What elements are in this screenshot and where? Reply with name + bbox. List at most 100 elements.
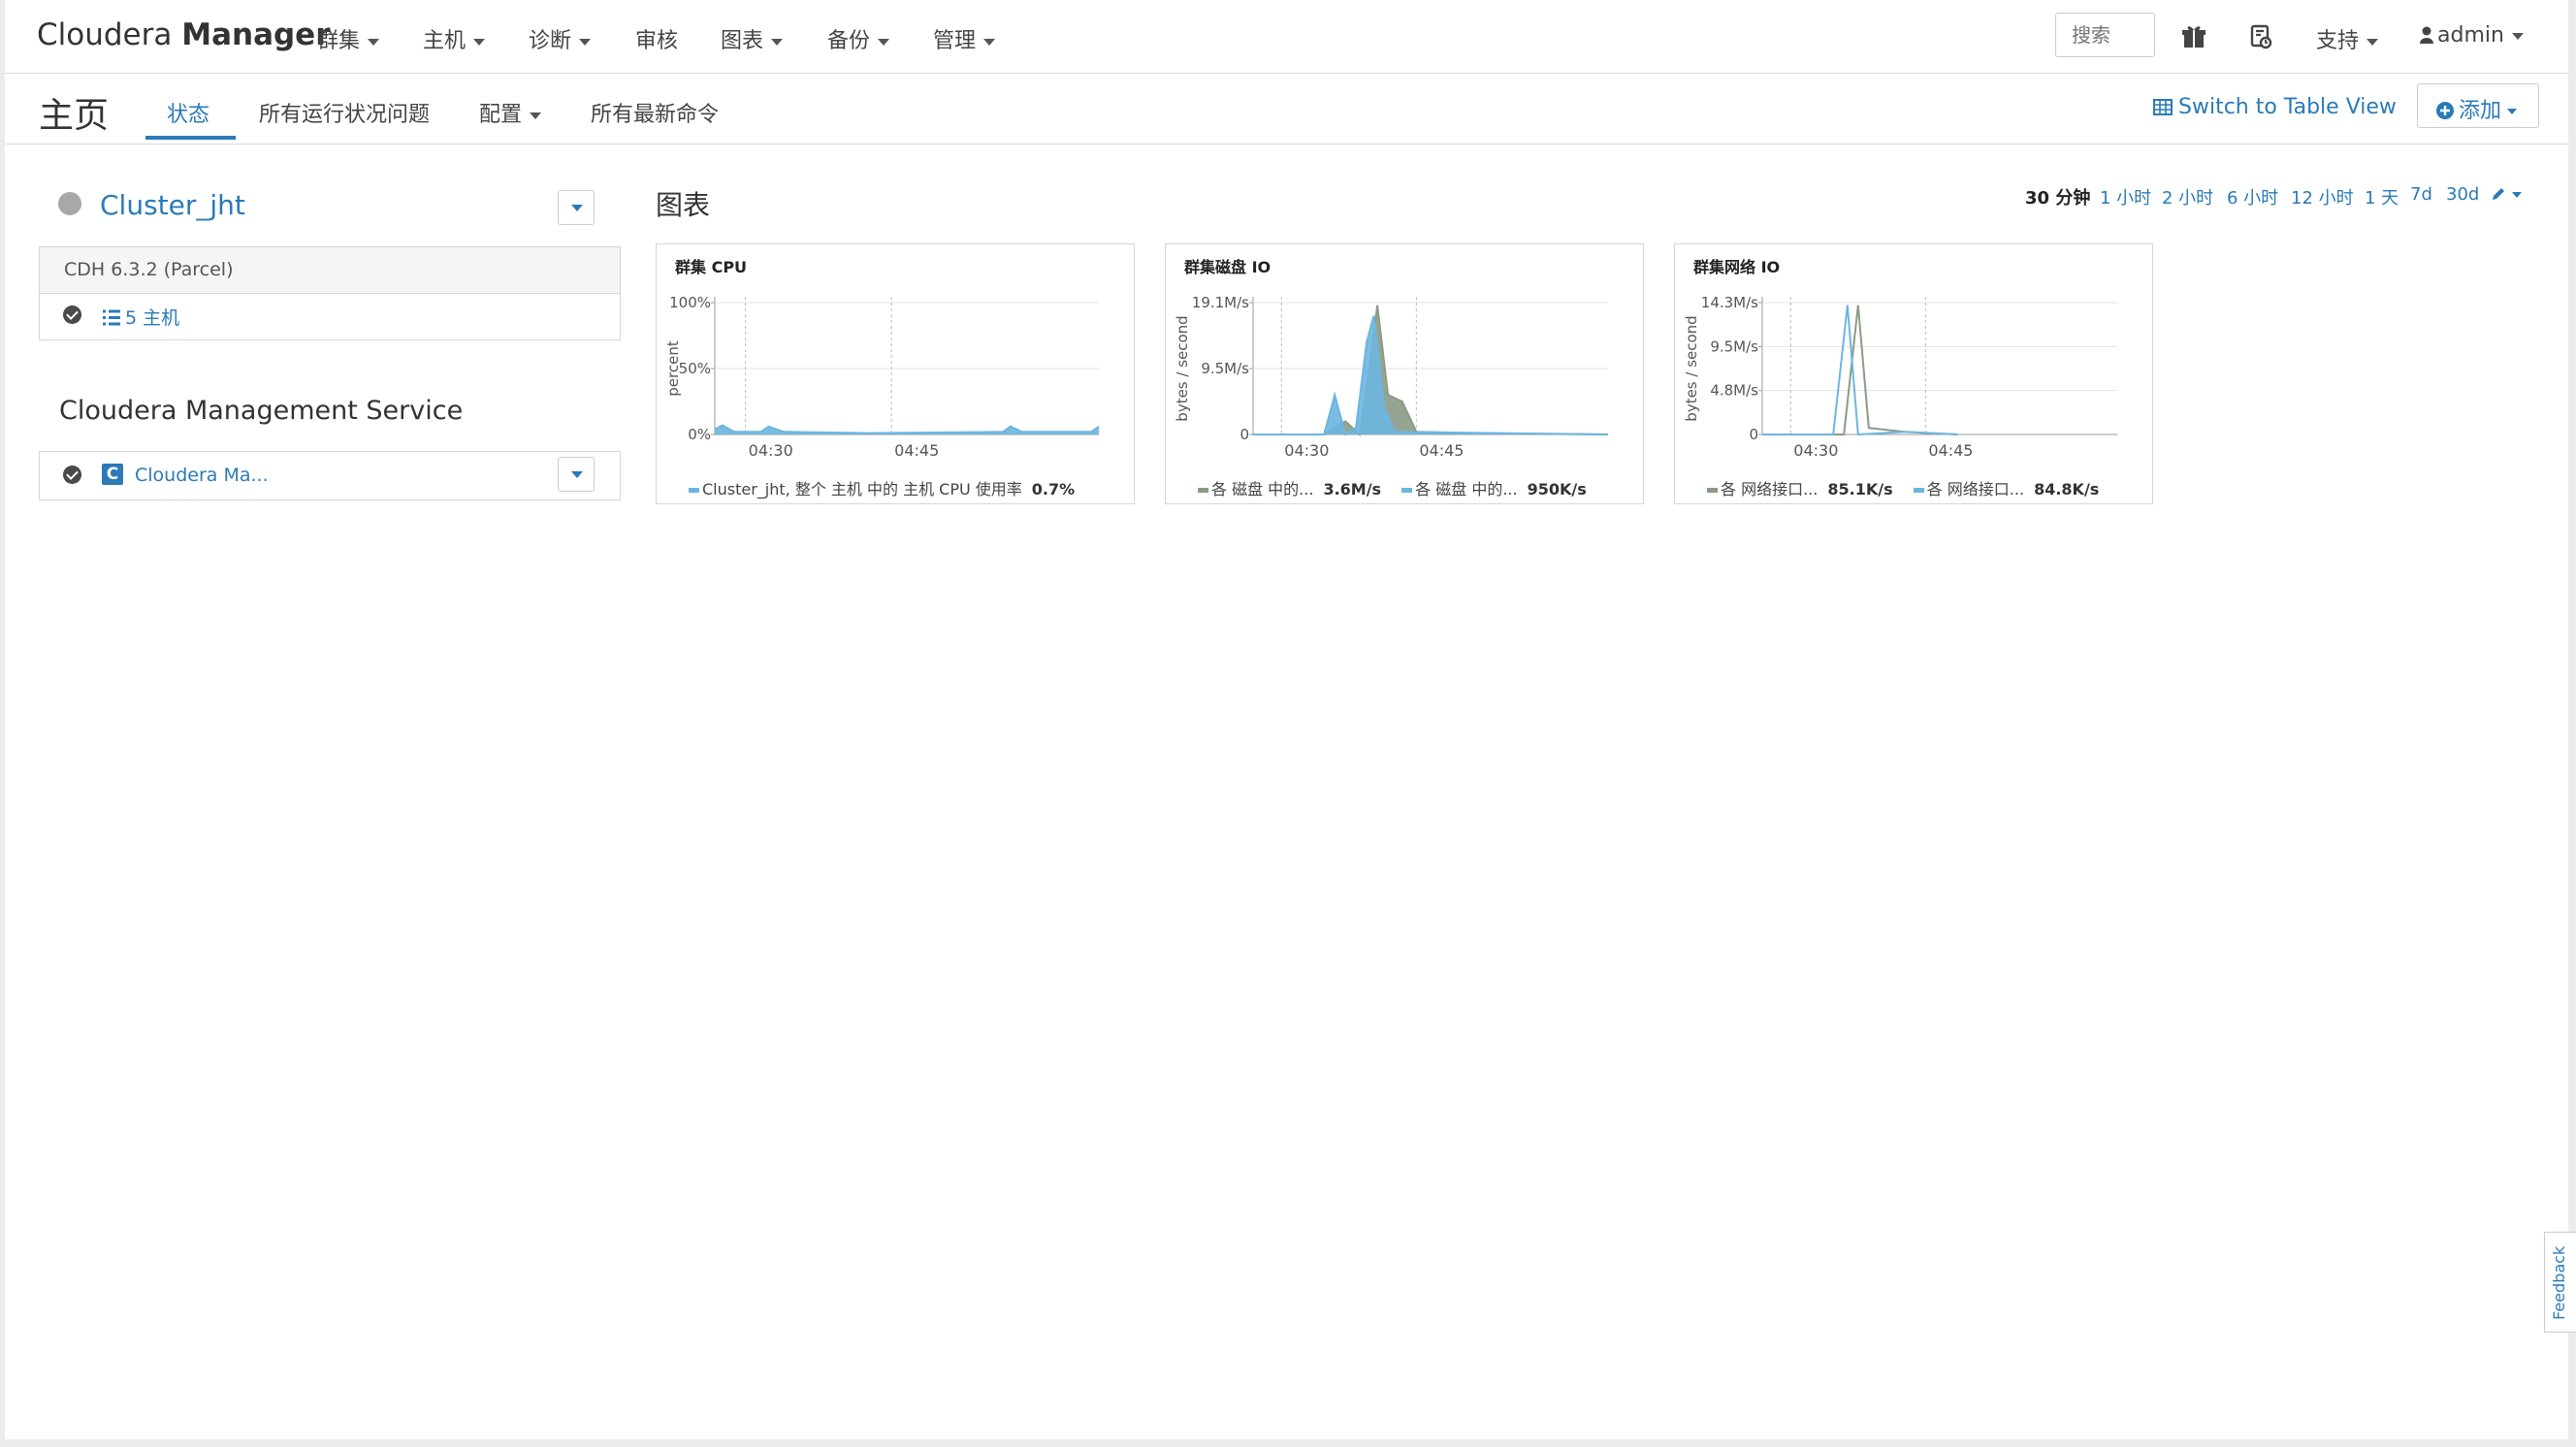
nav-audits[interactable]: 审核 bbox=[635, 23, 678, 54]
legend-series-value: 3.6M/s bbox=[1323, 480, 1382, 498]
user-menu[interactable]: admin bbox=[2420, 23, 2524, 48]
nav-hosts[interactable]: 主机 bbox=[423, 23, 486, 54]
y-axis-label: percent bbox=[664, 340, 682, 397]
chevron-down-icon bbox=[983, 38, 996, 46]
y-axis-label: bytes / second bbox=[1174, 315, 1191, 421]
legend-item: 各 磁盘 中的... 3.6M/s bbox=[1198, 480, 1381, 498]
nav-backup[interactable]: 备份 bbox=[827, 23, 890, 54]
cluster-name-link[interactable]: Cluster_jht bbox=[100, 189, 245, 221]
chart-legend: 各 网络接口... 85.1K/s 各 网络接口... 84.8K/s bbox=[1675, 476, 2154, 499]
user-name: admin bbox=[2437, 23, 2504, 48]
add-button[interactable]: 添加 bbox=[2417, 83, 2539, 128]
page-title: 主页 bbox=[39, 96, 110, 136]
chevron-down-icon bbox=[2507, 109, 2518, 114]
range-30d[interactable]: 30d bbox=[2446, 184, 2479, 205]
cloudera-service-icon: C bbox=[102, 464, 123, 485]
add-button-label: 添加 bbox=[2459, 99, 2502, 123]
legend-swatch bbox=[689, 488, 699, 493]
y-tick-label: 0 bbox=[1749, 426, 1758, 443]
y-tick-label: 9.5M/s bbox=[1710, 338, 1758, 355]
switch-to-table-view-link[interactable]: Switch to Table View bbox=[2153, 95, 2397, 119]
check-circle-icon bbox=[63, 466, 81, 484]
series-line bbox=[1253, 305, 1609, 437]
check-circle-icon bbox=[63, 305, 81, 324]
cluster-panel: CDH 6.3.2 (Parcel) 5 主机 bbox=[39, 246, 621, 340]
chevron-down-icon bbox=[579, 38, 592, 46]
x-tick-label: 04:45 bbox=[894, 441, 939, 460]
tab-status[interactable]: 状态 bbox=[167, 97, 209, 128]
cms-panel: C Cloudera Ma... bbox=[39, 451, 621, 500]
chart-plot: 100% 50% 0% 04:30 04:45 percent bbox=[664, 294, 1100, 460]
nav-diagnostics[interactable]: 诊断 bbox=[529, 23, 592, 54]
plus-circle-icon bbox=[2436, 102, 2454, 119]
cms-service-link[interactable]: Cloudera Ma... bbox=[135, 465, 269, 486]
chart-card-network-io[interactable]: 群集网络 IO 14.3M/s 9.5M/s 4.8M/s 0 04:30 04:45 by… bbox=[1674, 243, 2153, 504]
legend-swatch bbox=[1913, 488, 1924, 493]
chevron-down-icon bbox=[473, 38, 486, 46]
x-tick-label: 04:45 bbox=[1419, 441, 1464, 460]
hosts-row: 5 主机 bbox=[40, 294, 620, 338]
series-line bbox=[1253, 315, 1609, 436]
top-navbar: Cloudera Manager 群集 主机 诊断 审核 图表 备份 管理 支持… bbox=[5, 0, 2568, 74]
legend-series-value: 84.8K/s bbox=[2034, 480, 2100, 498]
range-12h[interactable]: 12 小时 bbox=[2291, 184, 2354, 209]
brand-logo[interactable]: Cloudera Manager bbox=[37, 17, 331, 52]
chevron-down-icon bbox=[2511, 32, 2524, 40]
legend-item: 各 网络接口... 85.1K/s bbox=[1707, 480, 1893, 498]
chart-card-cpu[interactable]: 群集 CPU 100% 50% 0% 04:30 04:45 percent Cluste… bbox=[656, 243, 1135, 504]
nav-charts[interactable]: 图表 bbox=[721, 23, 784, 54]
nav-clusters-label: 群集 bbox=[317, 29, 361, 53]
user-icon bbox=[2420, 26, 2433, 44]
y-tick-label: 50% bbox=[679, 360, 711, 377]
switch-to-table-view-label: Switch to Table View bbox=[2178, 95, 2397, 119]
range-2h[interactable]: 2 小时 bbox=[2162, 184, 2213, 209]
list-icon bbox=[103, 309, 120, 326]
x-tick-label: 04:30 bbox=[1284, 441, 1329, 460]
tab-configuration-label: 配置 bbox=[479, 103, 523, 127]
window-frame-right bbox=[2568, 0, 2576, 1447]
nav-hosts-label: 主机 bbox=[423, 29, 467, 53]
chart-plot: 19.1M/s 9.5M/s 0 04:30 04:45 bytes / second bbox=[1174, 294, 1609, 460]
table-icon bbox=[2153, 99, 2173, 115]
x-tick-label: 04:30 bbox=[749, 441, 793, 460]
page-header: 主页 状态 所有运行状况问题 配置 所有最新命令 Switch to Table… bbox=[5, 74, 2568, 145]
range-1d[interactable]: 1 天 bbox=[2365, 184, 2399, 209]
y-tick-label: 0% bbox=[688, 426, 711, 443]
range-7d[interactable]: 7d bbox=[2410, 184, 2432, 205]
edit-charts-menu[interactable] bbox=[2491, 184, 2522, 205]
nav-support[interactable]: 支持 bbox=[2316, 23, 2379, 54]
window-frame-left bbox=[0, 0, 5, 1447]
legend-series-value: 950K/s bbox=[1527, 480, 1587, 498]
series-line bbox=[1762, 305, 1958, 435]
cms-row: C Cloudera Ma... bbox=[40, 452, 620, 499]
range-6h[interactable]: 6 小时 bbox=[2227, 184, 2278, 209]
chevron-down-icon bbox=[878, 38, 890, 46]
tab-health-issues[interactable]: 所有运行状况问题 bbox=[259, 97, 430, 128]
legend-swatch bbox=[1707, 488, 1718, 493]
range-30m[interactable]: 30 分钟 bbox=[2025, 184, 2090, 209]
nav-support-label: 支持 bbox=[2316, 29, 2360, 53]
legend-series-name: Cluster_jht, 整个 主机 中的 主机 CPU 使用率 bbox=[702, 480, 1022, 498]
range-1h[interactable]: 1 小时 bbox=[2100, 184, 2151, 209]
chart-card-disk-io[interactable]: 群集磁盘 IO 19.1M/s 9.5M/s 0 04:30 04:45 bytes / … bbox=[1165, 243, 1644, 504]
running-commands-icon[interactable] bbox=[2247, 23, 2274, 50]
tab-recent-commands[interactable]: 所有最新命令 bbox=[591, 97, 719, 128]
legend-item: Cluster_jht, 整个 主机 中的 主机 CPU 使用率 0.7% bbox=[689, 480, 1075, 498]
brand-bold: Manager bbox=[181, 17, 331, 52]
nav-clusters[interactable]: 群集 bbox=[317, 23, 380, 54]
y-tick-label: 9.5M/s bbox=[1201, 360, 1249, 377]
hosts-link[interactable]: 5 主机 bbox=[102, 304, 179, 330]
gift-icon[interactable] bbox=[2180, 23, 2207, 50]
y-tick-label: 19.1M/s bbox=[1192, 294, 1249, 311]
cms-actions-dropdown[interactable] bbox=[558, 457, 595, 492]
nav-admin[interactable]: 管理 bbox=[933, 23, 996, 54]
cluster-actions-dropdown[interactable] bbox=[558, 190, 595, 225]
series-area bbox=[1253, 315, 1608, 434]
search-input[interactable] bbox=[2055, 13, 2155, 57]
chevron-down-icon bbox=[368, 38, 380, 46]
tab-configuration[interactable]: 配置 bbox=[479, 97, 542, 128]
chevron-down-icon bbox=[2512, 192, 2522, 198]
nav-diagnostics-label: 诊断 bbox=[529, 29, 572, 53]
feedback-tab[interactable]: Feedback bbox=[2544, 1232, 2576, 1333]
x-tick-label: 04:30 bbox=[1793, 441, 1838, 460]
